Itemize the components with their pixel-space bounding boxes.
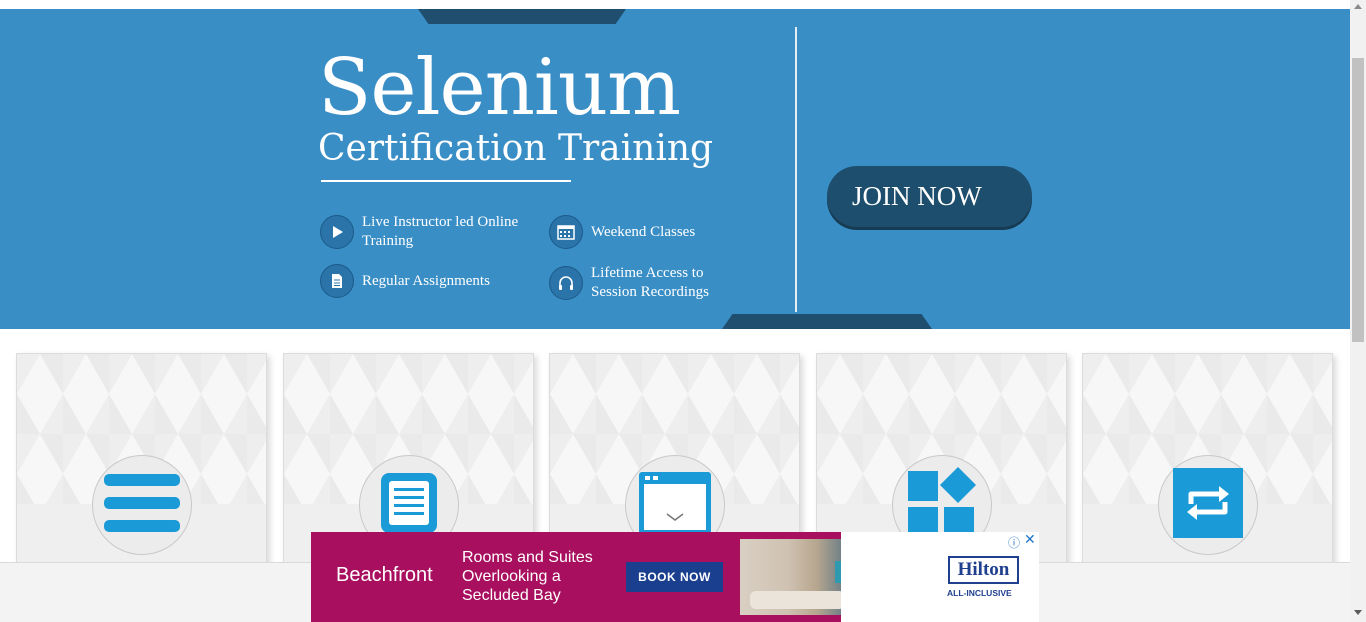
top-strip [0, 0, 1350, 9]
card-icon-circle [1158, 455, 1258, 555]
card-icon-circle [92, 455, 192, 555]
course-card[interactable] [1082, 353, 1333, 583]
feature-assignments: Regular Assignments [320, 264, 522, 298]
banner-top-tab [418, 9, 626, 24]
hilton-logo: Hilton [948, 556, 1019, 584]
feature-lifetime-access: Lifetime Access to Session Recordings [549, 264, 751, 302]
ad-headline: Rooms and Suites Overlooking a Secluded … [462, 549, 593, 604]
scroll-up-arrow-icon[interactable] [1354, 4, 1362, 9]
menu-lines-icon [102, 468, 182, 542]
title-underline [321, 180, 571, 182]
document-icon [320, 264, 354, 298]
headphones-icon [549, 266, 583, 300]
banner-title: Selenium [318, 43, 681, 133]
advertisement-banner[interactable]: Beachfront Rooms and Suites Overlooking … [311, 532, 1039, 622]
hilton-logo-sub: ALL-INCLUSIVE [947, 588, 1012, 598]
notepad-icon [379, 471, 439, 539]
repeat-icon [1173, 468, 1243, 542]
ad-photo-sofa [750, 591, 845, 609]
banner-divider [795, 27, 797, 312]
join-now-button[interactable]: JOIN NOW [827, 166, 1032, 227]
calendar-icon [549, 215, 583, 249]
scrollbar-thumb[interactable] [1352, 58, 1364, 342]
feature-label: Regular Assignments [362, 272, 490, 289]
feature-label: Weekend Classes [591, 223, 696, 240]
banner-bottom-tab [722, 314, 932, 329]
course-card[interactable] [16, 353, 267, 583]
feature-label: Lifetime Access to Session Recordings [591, 265, 709, 300]
feature-live-training: Live Instructor led Online Training [320, 213, 522, 251]
book-now-button[interactable]: BOOK NOW [626, 562, 723, 592]
selenium-banner: Selenium Certification Training Live Ins… [0, 9, 1350, 329]
ad-choices-icon[interactable]: ⓘ [1008, 534, 1020, 551]
feature-label: Live Instructor led Online Training [362, 214, 519, 249]
browser-window-icon [637, 470, 713, 540]
banner-subtitle: Certification Training [318, 128, 714, 169]
play-icon [320, 215, 354, 249]
ad-close-icon[interactable]: ✕ [1024, 532, 1036, 548]
feature-weekend-classes: Weekend Classes [549, 215, 751, 249]
scroll-down-arrow-icon[interactable] [1354, 610, 1362, 615]
ad-brand: Beachfront [336, 564, 433, 586]
